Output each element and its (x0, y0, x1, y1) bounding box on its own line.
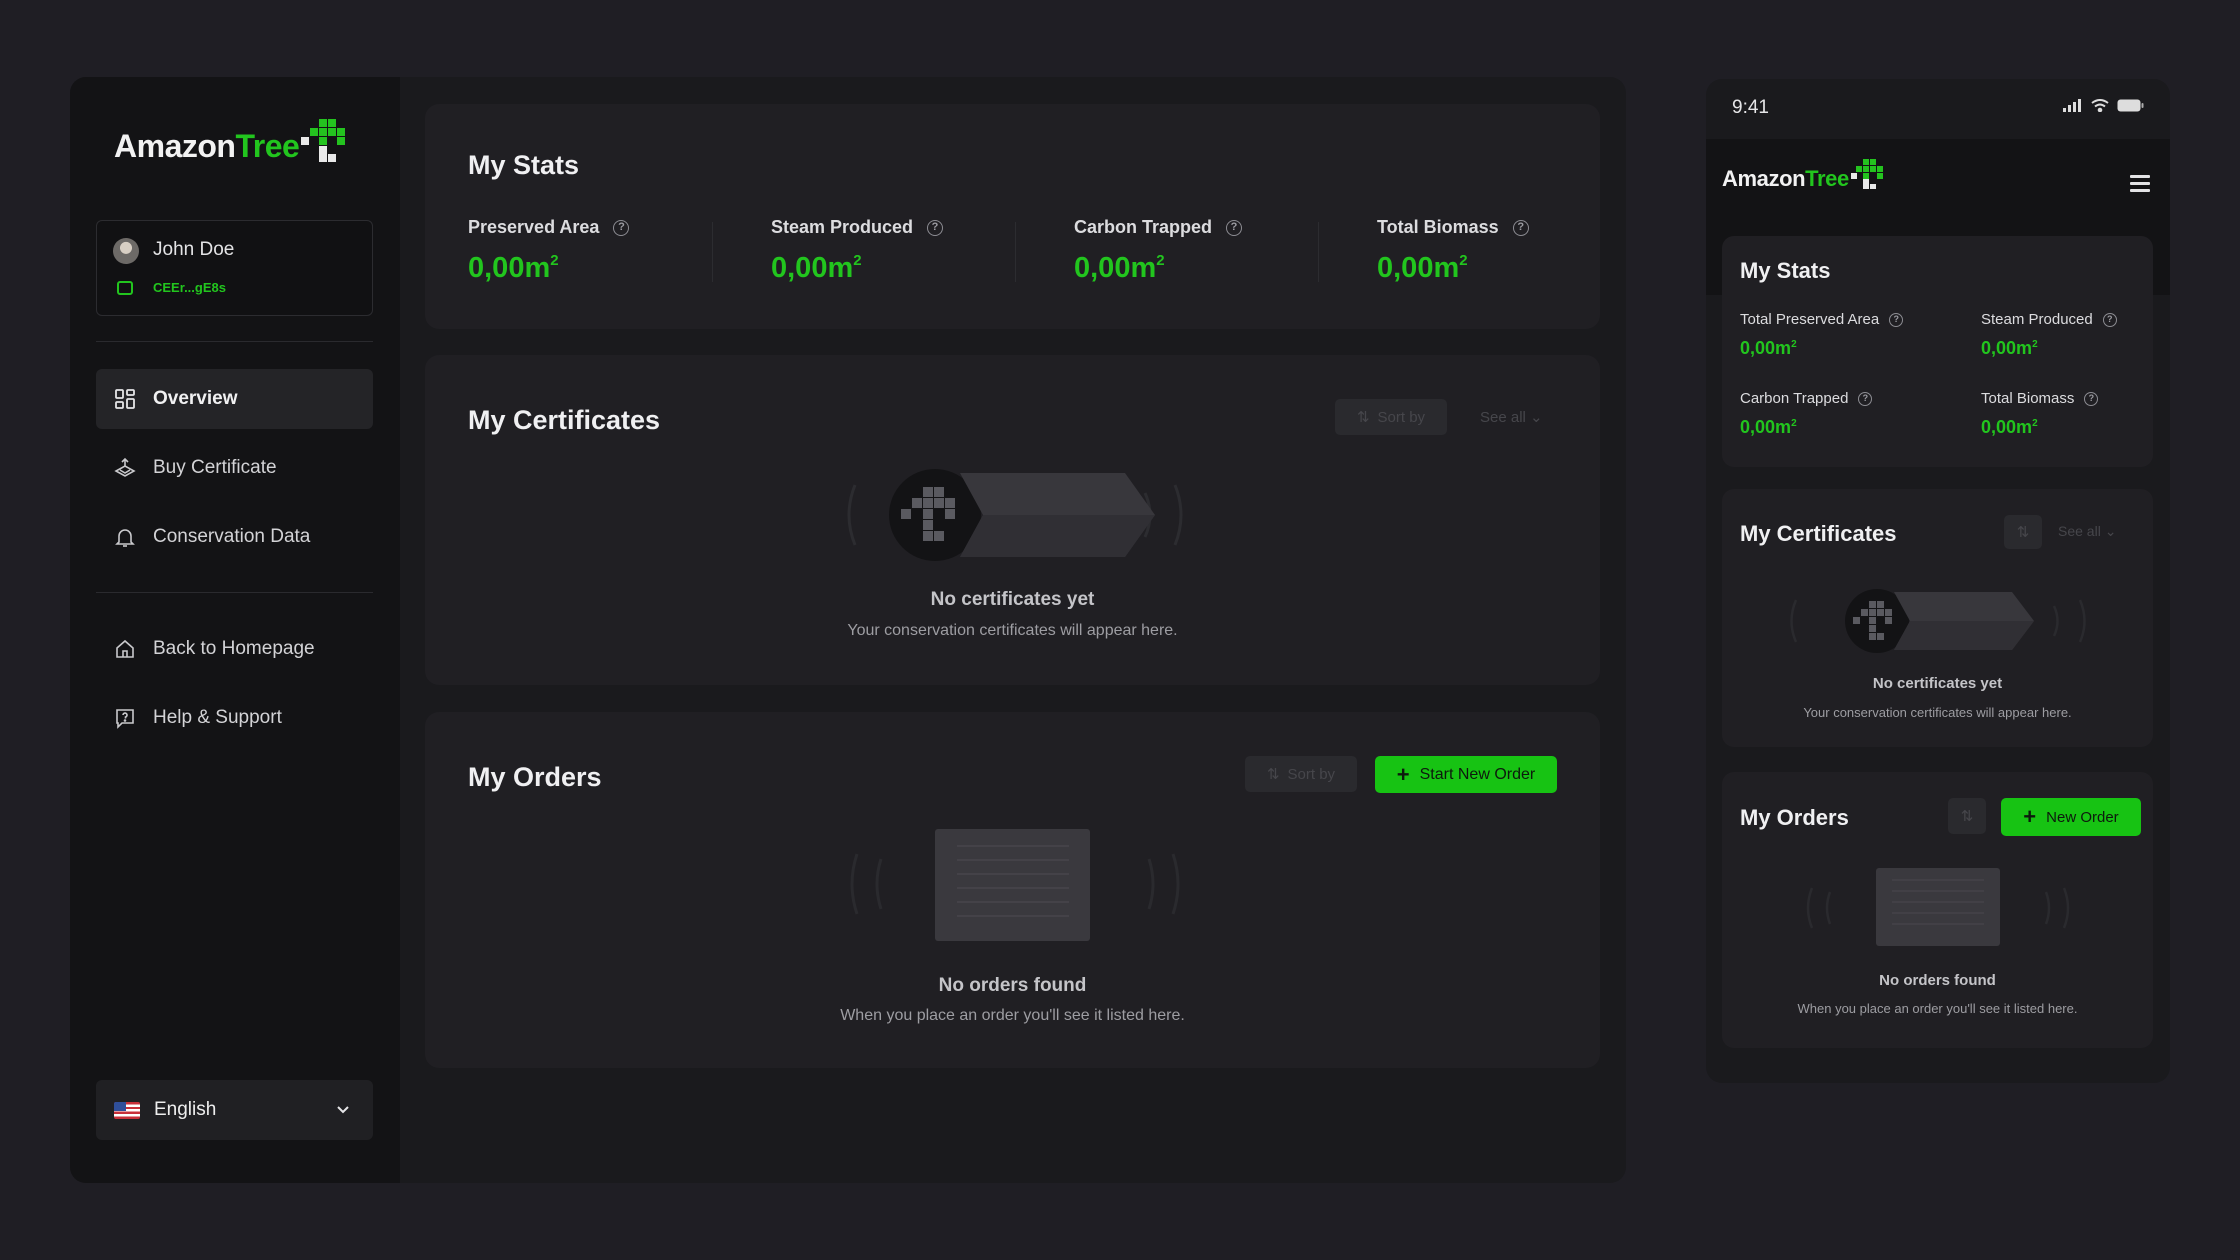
sort-button[interactable]: ⇅ (1948, 798, 1986, 834)
stats-title: My Stats (468, 150, 580, 180)
sidebar-item-conservation-data[interactable]: Conservation Data (96, 507, 373, 567)
stats-card: My Stats Preserved Area? 0,00m2 Steam Pr… (425, 104, 1600, 329)
see-all-dropdown[interactable]: See all ⌄ (1480, 408, 1543, 426)
sidebar: Amazon Tree John Doe CEEr...gE8s Overview (70, 77, 400, 1183)
signal-icon (2063, 99, 2081, 112)
home-icon (114, 638, 136, 660)
sort-icon: ⇅ (1266, 766, 1280, 783)
stat-separator (1015, 222, 1016, 282)
see-all-dropdown[interactable]: See all ⌄ (2058, 523, 2116, 540)
help-circle-icon[interactable]: ? (1889, 312, 1904, 327)
wifi-icon (2091, 99, 2109, 112)
user-card[interactable]: John Doe CEEr...gE8s (96, 220, 373, 316)
certificate-placeholder-illustration (847, 469, 1183, 561)
stat-total-biomass: Total Biomass? 0,00m2 (1981, 390, 2099, 438)
mobile-stats-card: My Stats Total Preserved Area? 0,00m2 St… (1722, 236, 2153, 467)
certificates-title: My Certificates (468, 405, 661, 435)
tree-logo-icon (1850, 159, 1887, 189)
mobile-frame: 9:41 Amazon Tree My Stats Total Preserved… (1706, 79, 2170, 1083)
help-circle-icon[interactable]: ? (613, 219, 630, 236)
chevron-down-icon: ⌄ (2104, 523, 2117, 539)
help-circle-icon[interactable]: ? (1858, 391, 1873, 406)
grid-icon (114, 388, 136, 410)
empty-orders-title: No orders found (938, 975, 1087, 996)
orders-title: My Orders (468, 762, 602, 792)
sort-icon: ⇅ (1960, 808, 1974, 825)
stat-total-preserved-area: Total Preserved Area? 0,00m2 (1740, 311, 1904, 359)
chevron-down-icon (337, 1106, 349, 1114)
stat-carbon-trapped: Carbon Trapped? 0,00m2 (1740, 390, 1873, 438)
sidebar-item-help-support[interactable]: Help & Support (96, 688, 373, 748)
status-time: 9:41 (1732, 97, 1769, 118)
sidebar-divider (96, 341, 373, 342)
certificates-card: My Certificates ⇅ Sort by See all ⌄ No ce… (425, 355, 1600, 685)
empty-certificates-subtitle: Your conservation certificates will appe… (1803, 705, 2072, 720)
empty-certificates-title: No certificates yet (930, 589, 1095, 610)
empty-orders-title: No orders found (1879, 972, 1996, 989)
plus-icon: + (1396, 761, 1410, 787)
certificate-icon (114, 457, 136, 479)
help-chat-icon (114, 707, 136, 729)
chevron-down-icon: ⌄ (1530, 409, 1543, 426)
help-circle-icon[interactable]: ? (1512, 219, 1529, 236)
orders-placeholder-illustration (850, 829, 1180, 941)
sort-button[interactable]: ⇅ Sort by (1335, 399, 1447, 435)
help-circle-icon[interactable]: ? (2102, 312, 2117, 327)
language-select[interactable]: English (96, 1080, 373, 1140)
stat-steam-produced: Steam Produced? 0,00m2 (771, 217, 944, 285)
stat-separator (1318, 222, 1319, 282)
desktop-frame: Amazon Tree John Doe CEEr...gE8s Overview (70, 77, 1626, 1183)
wallet-address: CEEr...gE8s (153, 280, 226, 295)
us-flag-icon (114, 1101, 140, 1119)
stat-steam-produced: Steam Produced? 0,00m2 (1981, 311, 2117, 359)
sidebar-item-buy-certificate[interactable]: Buy Certificate (96, 438, 373, 498)
tree-logo-icon (301, 119, 353, 162)
empty-orders-subtitle: When you place an order you'll see it li… (1797, 1001, 2078, 1016)
bell-icon (114, 526, 136, 548)
mobile-orders-card: My Orders ⇅ + New Order No orders found W… (1722, 772, 2153, 1048)
stat-carbon-trapped: Carbon Trapped? 0,00m2 (1074, 217, 1243, 285)
stat-separator (712, 222, 713, 282)
sidebar-item-overview[interactable]: Overview (96, 369, 373, 429)
avatar (113, 238, 139, 264)
sort-icon: ⇅ (1356, 409, 1370, 426)
status-bar-icons (2063, 99, 2144, 112)
certificate-placeholder-illustration (1790, 589, 2086, 653)
battery-icon (2117, 99, 2144, 112)
new-order-button[interactable]: + New Order (2001, 798, 2141, 836)
help-circle-icon[interactable]: ? (927, 219, 944, 236)
empty-certificates-subtitle: Your conservation certificates will appe… (847, 622, 1178, 639)
sort-button[interactable]: ⇅ (2004, 515, 2042, 549)
menu-hamburger-icon[interactable] (2130, 175, 2150, 192)
plus-icon: + (2023, 804, 2037, 829)
mobile-certificates-card: My Certificates ⇅ See all ⌄ No certifica… (1722, 489, 2153, 747)
help-circle-icon[interactable]: ? (2084, 391, 2099, 406)
stat-total-biomass: Total Biomass? 0,00m2 (1377, 217, 1529, 285)
empty-orders-subtitle: When you place an order you'll see it li… (840, 1007, 1185, 1024)
sort-button[interactable]: ⇅ Sort by (1245, 756, 1357, 792)
brand-logo[interactable]: Amazon Tree (114, 119, 353, 165)
sidebar-divider (96, 592, 373, 593)
orders-card: My Orders ⇅ Sort by + Start New Order No o… (425, 712, 1600, 1068)
start-new-order-button[interactable]: + Start New Order (1375, 756, 1557, 793)
orders-placeholder-illustration (1806, 868, 2070, 946)
user-name: John Doe (153, 239, 235, 260)
wallet-icon (117, 281, 133, 295)
sidebar-item-back-to-homepage[interactable]: Back to Homepage (96, 619, 373, 679)
empty-certificates-title: No certificates yet (1872, 675, 2003, 692)
help-circle-icon[interactable]: ? (1226, 219, 1243, 236)
stat-preserved-area: Preserved Area? 0,00m2 (468, 217, 630, 285)
brand-logo[interactable]: Amazon Tree (1722, 159, 1887, 192)
sort-icon: ⇅ (2016, 524, 2030, 541)
